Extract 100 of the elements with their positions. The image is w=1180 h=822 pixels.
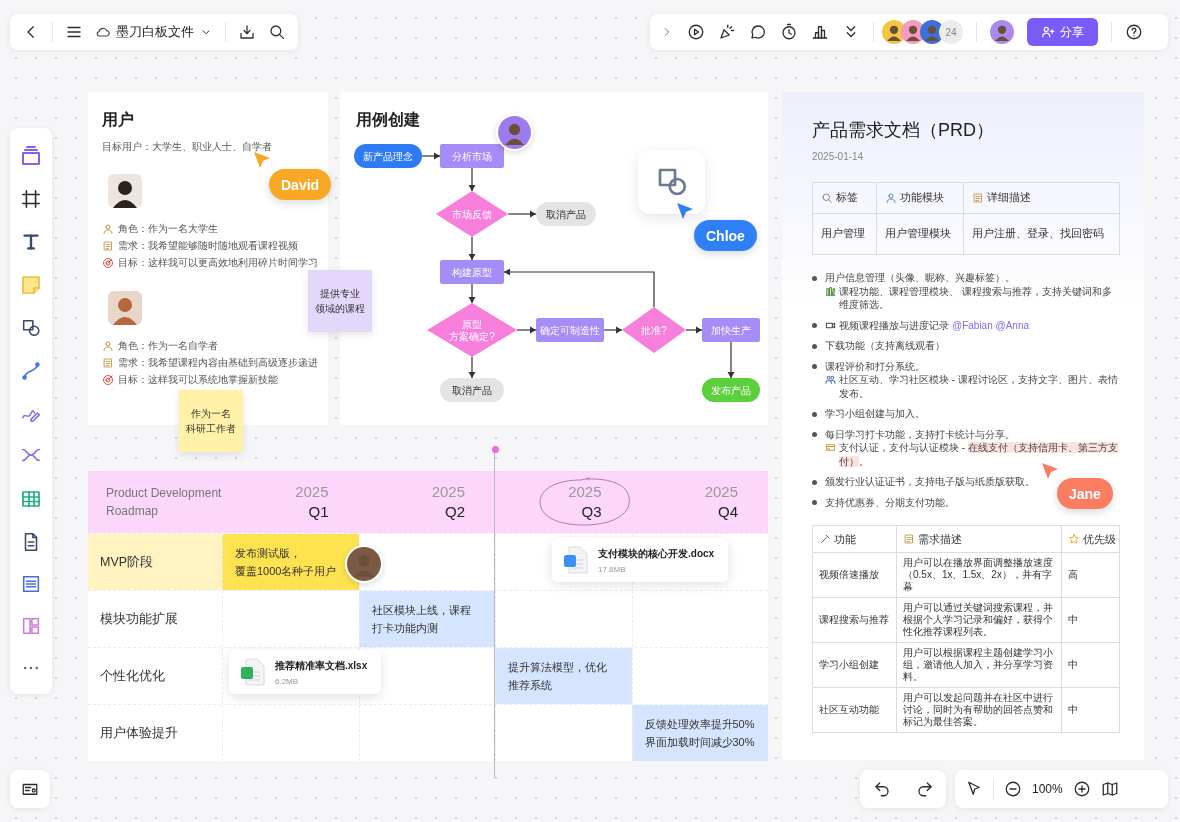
note-icon bbox=[102, 239, 114, 252]
help-icon[interactable] bbox=[1125, 23, 1143, 41]
bar-chart-icon[interactable] bbox=[811, 23, 829, 41]
frame-icon[interactable] bbox=[20, 188, 42, 211]
file-name: 支付模块的核心开发.docx bbox=[598, 546, 715, 561]
file-card[interactable]: 推荐精准率文档.xlsx 6.2MB bbox=[229, 650, 382, 694]
play-icon[interactable] bbox=[687, 23, 705, 41]
person-icon bbox=[102, 339, 114, 352]
bullet-text: 学习小组创建与加入。 bbox=[825, 407, 925, 421]
bullet-icon bbox=[812, 479, 817, 485]
comment-icon[interactable] bbox=[749, 23, 767, 41]
bullet-text: 每日学习打卡功能，支持打卡统计与分享。 bbox=[825, 427, 1015, 441]
year-label: 2025 bbox=[568, 482, 602, 502]
undo-icon[interactable] bbox=[872, 780, 891, 798]
avatar bbox=[498, 116, 531, 149]
timer-icon[interactable] bbox=[780, 23, 798, 41]
year-label: 2025 bbox=[704, 482, 738, 502]
books-icon bbox=[825, 285, 836, 297]
bullet-text: 视频课程播放与进度记录 bbox=[839, 318, 949, 332]
person-icon bbox=[102, 222, 114, 235]
bullet-text: 下载功能（支持离线观看） bbox=[825, 339, 945, 353]
table-cell: 高 bbox=[1061, 552, 1120, 598]
persona-text: 需求：我希望能够随时随地观看课程视频 bbox=[118, 239, 298, 253]
note-icon bbox=[971, 192, 984, 204]
note-icon bbox=[903, 533, 915, 545]
target-icon bbox=[102, 373, 114, 386]
flow-arrow bbox=[468, 283, 476, 304]
cursor-icon bbox=[253, 151, 271, 169]
flow-arrow bbox=[516, 326, 537, 334]
year-label: 2025 bbox=[295, 482, 329, 502]
table-cell: 中 bbox=[1061, 597, 1120, 643]
bullet-text: 用户信息管理（头像、昵称、兴趣标签）。 bbox=[825, 271, 1015, 285]
cursor-icon bbox=[1041, 462, 1059, 480]
share-button[interactable]: 分享 bbox=[1027, 18, 1098, 46]
task-text: 社区模块上线，课程 bbox=[371, 603, 471, 618]
user-tag: Chloe bbox=[694, 220, 757, 251]
file-size: 6.2MB bbox=[275, 676, 300, 686]
decision-node: 原型 方案确定? bbox=[427, 303, 517, 357]
end-node: 取消产品 bbox=[536, 202, 596, 226]
note-text: 提供专业 bbox=[320, 287, 360, 301]
row-label: MVP阶段 bbox=[88, 534, 222, 590]
note-text: 领域的课程 bbox=[315, 302, 365, 316]
header-text: 功能模块 bbox=[899, 191, 944, 205]
minimap-button[interactable] bbox=[10, 770, 50, 808]
star-icon bbox=[1068, 533, 1080, 545]
row-label: 用户体验提升 bbox=[99, 724, 179, 742]
process-node: 构建原型 bbox=[440, 260, 504, 284]
document-date: 2025-01-14 bbox=[812, 151, 865, 162]
bullet-icon bbox=[812, 323, 817, 328]
flow-arrow bbox=[727, 341, 735, 379]
wrench-icon bbox=[819, 533, 831, 545]
bullet-subtext: 社区互动、学习社区模块 - 课程讨论区，支持文字、图片、表情发布。 bbox=[839, 373, 1119, 400]
mention-link[interactable]: @Fabian @Anna bbox=[952, 318, 1029, 332]
start-node: 新产品理念 bbox=[354, 144, 422, 168]
persona-text: 需求：我希望课程内容由基础到高级逐步递进 bbox=[118, 356, 318, 370]
zoom-level[interactable]: 100% bbox=[1032, 782, 1063, 796]
person-icon bbox=[884, 192, 897, 204]
persona-text: 目标：这样我可以系统地掌握新技能 bbox=[118, 373, 278, 387]
zoom-out-icon[interactable] bbox=[1004, 780, 1022, 798]
map-icon[interactable] bbox=[1100, 780, 1119, 798]
task-text: 反馈处理效率提升50% bbox=[644, 717, 755, 732]
bullet-subtext: 课程功能、课程管理模块、 课程搜索与推荐，支持关键词和多维度筛选。 bbox=[839, 284, 1113, 312]
bullet-icon bbox=[812, 364, 817, 369]
target-icon bbox=[102, 256, 114, 269]
header-text: 优先级 bbox=[1083, 531, 1116, 547]
word-file-icon bbox=[564, 546, 588, 574]
party-popper-icon[interactable] bbox=[718, 23, 736, 41]
header-text: 标签 bbox=[836, 191, 858, 205]
table-cell: 社区互动功能 bbox=[812, 687, 897, 733]
task-text: 提升算法模型，优化 bbox=[508, 660, 607, 675]
timeline-marker[interactable] bbox=[491, 446, 499, 778]
task-text: 发布测试版， bbox=[235, 546, 301, 561]
table-cell: 用户可以通过关键词搜索课程，并根据个人学习记录和偏好，获得个性化推荐课程列表。 bbox=[896, 597, 1062, 643]
note-icon bbox=[102, 356, 114, 369]
user-plus-icon bbox=[1041, 25, 1055, 39]
end-node: 发布产品 bbox=[702, 378, 760, 402]
bullet-icon bbox=[812, 275, 817, 281]
header-text: 详细描述 bbox=[986, 191, 1031, 205]
file-card[interactable]: 支付模块的核心开发.docx 17.8MB bbox=[552, 538, 729, 582]
download-icon[interactable] bbox=[238, 23, 256, 41]
pointer-icon[interactable] bbox=[965, 780, 983, 798]
connector-icon[interactable] bbox=[20, 359, 42, 382]
bullet-icon bbox=[812, 343, 817, 349]
quarter-label: Q2 bbox=[445, 502, 465, 522]
bullet-icon bbox=[812, 500, 817, 505]
redo-icon[interactable] bbox=[915, 780, 934, 798]
table-cell: 用户注册、登录、找回密码 bbox=[963, 213, 1120, 255]
persona-text: 角色：作为一名自学者 bbox=[118, 339, 218, 353]
flow-arrow bbox=[468, 236, 476, 261]
search-icon[interactable] bbox=[268, 23, 286, 41]
flow-arrow bbox=[507, 210, 537, 218]
zoom-in-icon[interactable] bbox=[1072, 780, 1091, 798]
header-text: 需求描述 bbox=[918, 531, 962, 547]
avatar bbox=[347, 547, 381, 581]
decision-node: 市场反馈 bbox=[436, 191, 508, 237]
decision-node: 批准? bbox=[622, 307, 686, 353]
note-text: 科研工作者 bbox=[186, 422, 236, 436]
task-text: 覆盖1000名种子用户 bbox=[235, 564, 337, 579]
user-tag: David bbox=[269, 169, 332, 200]
file-menu-button[interactable]: 墨刀白板文件 bbox=[95, 23, 213, 41]
